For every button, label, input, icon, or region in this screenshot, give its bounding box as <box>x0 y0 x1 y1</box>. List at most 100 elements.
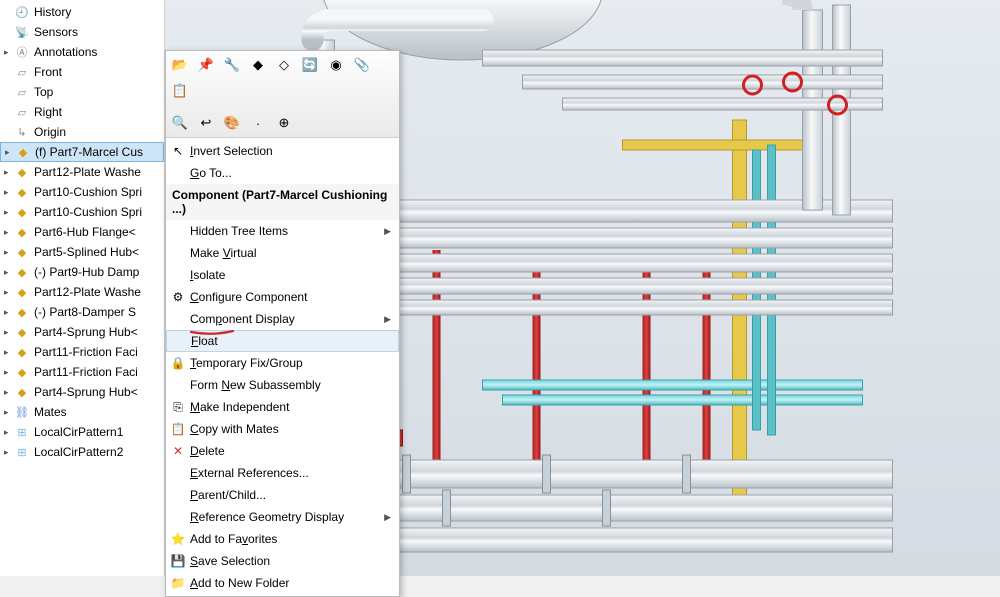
expander-icon[interactable]: ▸ <box>4 407 14 418</box>
ctx-tool-1-4[interactable]: ⊕ <box>274 113 294 133</box>
menu-item-label: Temporary Fix/Group <box>190 356 303 370</box>
ctx-tool-0-0[interactable]: 📂 <box>170 55 190 75</box>
menu-item-label: Add to New Folder <box>190 576 289 590</box>
tree-item-7[interactable]: ▸◆(f) Part7-Marcel Cus <box>0 142 164 162</box>
expander-icon[interactable]: ▸ <box>4 387 14 398</box>
add-icon: ⭐ <box>170 531 186 547</box>
blank-icon <box>170 165 186 181</box>
menu-parent-child[interactable]: Parent/Child... <box>166 484 399 506</box>
menu-configure-component[interactable]: ⚙Configure Component <box>166 286 399 308</box>
menu-add-to-new-folder[interactable]: 📁Add to New Folder <box>166 572 399 594</box>
temporary-icon: 🔒 <box>170 355 186 371</box>
menu-reference-geometry-display[interactable]: Reference Geometry Display▶ <box>166 506 399 528</box>
part-icon: ◆ <box>14 164 30 180</box>
menu-make-virtual[interactable]: Make Virtual <box>166 242 399 264</box>
menu-delete[interactable]: ✕Delete <box>166 440 399 462</box>
expander-icon[interactable]: ▸ <box>4 447 14 458</box>
tree-item-label: Front <box>34 65 62 79</box>
tree-item-2[interactable]: ▸ⒶAnnotations <box>0 42 164 62</box>
ctx-tool-1-0[interactable]: 🔍 <box>170 113 190 133</box>
tree-item-6[interactable]: ↳Origin <box>0 122 164 142</box>
blank-icon <box>171 333 187 349</box>
tree-item-18[interactable]: ▸◆Part11-Friction Faci <box>0 362 164 382</box>
expander-icon[interactable]: ▸ <box>4 427 14 438</box>
origin-icon: ↳ <box>14 124 30 140</box>
blank-icon <box>170 377 186 393</box>
expander-icon[interactable]: ▸ <box>5 147 15 158</box>
expander-icon[interactable]: ▸ <box>4 367 14 378</box>
ctx-tool-0-1[interactable]: 📌 <box>196 55 216 75</box>
expander-icon[interactable]: ▸ <box>4 47 14 58</box>
blank-icon <box>170 465 186 481</box>
part-icon: ◆ <box>14 304 30 320</box>
tree-item-5[interactable]: ▱Right <box>0 102 164 122</box>
tree-item-21[interactable]: ▸⊞LocalCirPattern1 <box>0 422 164 442</box>
tree-item-8[interactable]: ▸◆Part12-Plate Washe <box>0 162 164 182</box>
menu-save-selection[interactable]: 💾Save Selection <box>166 550 399 572</box>
menu-form-new-subassembly[interactable]: Form New Subassembly <box>166 374 399 396</box>
tree-item-13[interactable]: ▸◆(-) Part9-Hub Damp <box>0 262 164 282</box>
tree-item-20[interactable]: ▸⛓Mates <box>0 402 164 422</box>
menu-go-to[interactable]: Go To... <box>166 162 399 184</box>
plane-icon: ▱ <box>14 64 30 80</box>
expander-icon[interactable]: ▸ <box>4 267 14 278</box>
tree-item-4[interactable]: ▱Top <box>0 82 164 102</box>
expander-icon[interactable]: ▸ <box>4 187 14 198</box>
expander-icon[interactable]: ▸ <box>4 307 14 318</box>
expander-icon[interactable]: ▸ <box>4 347 14 358</box>
feature-tree-panel[interactable]: 🕘History📡Sensors▸ⒶAnnotations ▱ Front ▱Top▱… <box>0 0 165 576</box>
menu-float[interactable]: Float <box>166 330 399 352</box>
menu-isolate[interactable]: Isolate <box>166 264 399 286</box>
tree-item-17[interactable]: ▸◆Part11-Friction Faci <box>0 342 164 362</box>
tree-item-12[interactable]: ▸◆Part5-Splined Hub< <box>0 242 164 262</box>
menu-copy-with-mates[interactable]: 📋Copy with Mates <box>166 418 399 440</box>
expander-icon[interactable]: ▸ <box>4 207 14 218</box>
copy-icon: 📋 <box>170 421 186 437</box>
menu-external-references[interactable]: External References... <box>166 462 399 484</box>
ctx-tool-1-1[interactable]: ↩ <box>196 113 216 133</box>
expander-icon[interactable]: ▸ <box>4 167 14 178</box>
ctx-tool-0-6[interactable]: ◉ <box>326 55 346 75</box>
tree-item-9[interactable]: ▸◆ Part10-Cushion Spri <box>0 182 164 202</box>
tree-item-3[interactable]: ▱ Front <box>0 62 164 82</box>
menu-temporary-fix-group[interactable]: 🔒 Temporary Fix/Group <box>166 352 399 374</box>
ctx-tool-0-4[interactable]: ◇ <box>274 55 294 75</box>
menu-component-display[interactable]: Component Display▶ <box>166 308 399 330</box>
ctx-tool-0-2[interactable]: 🔧 <box>222 55 242 75</box>
expander-icon[interactable]: ▸ <box>4 327 14 338</box>
tree-item-16[interactable]: ▸◆Part4-Sprung Hub< <box>0 322 164 342</box>
ctx-tool-0-5[interactable]: 🔄 <box>300 55 320 75</box>
menu-item-label: External References... <box>190 466 309 480</box>
tree-item-14[interactable]: ▸◆Part12-Plate Washe <box>0 282 164 302</box>
part-icon: ◆ <box>14 184 30 200</box>
tree-item-10[interactable]: ▸◆Part10-Cushion Spri <box>0 202 164 222</box>
tree-item-15[interactable]: ▸◆ (-) Part8-Damper S <box>0 302 164 322</box>
tree-item-11[interactable]: ▸◆Part6-Hub Flange< <box>0 222 164 242</box>
blank-icon <box>170 267 186 283</box>
menu-item-label: Parent/Child... <box>190 488 266 502</box>
ctx-tool-1-3[interactable]: · <box>248 113 268 133</box>
tree-item-0[interactable]: 🕘History <box>0 2 164 22</box>
tree-item-label: Part10-Cushion Spri <box>34 185 142 199</box>
menu-item-label: Component Display <box>190 312 295 326</box>
menu-invert-selection[interactable]: ↖Invert Selection <box>166 140 399 162</box>
expander-icon[interactable]: ▸ <box>4 227 14 238</box>
part-icon: ◆ <box>14 284 30 300</box>
menu-hidden-tree-items[interactable]: Hidden Tree Items▶ <box>166 220 399 242</box>
ctx-tool-1-2[interactable]: 🎨 <box>222 113 242 133</box>
menu-make-independent[interactable]: ⎘Make Independent <box>166 396 399 418</box>
tree-item-1[interactable]: 📡Sensors <box>0 22 164 42</box>
menu-item-label: Float <box>191 334 218 348</box>
tree-item-label: Part5-Splined Hub< <box>34 245 139 259</box>
tree-item-22[interactable]: ▸⊞LocalCirPattern2 <box>0 442 164 462</box>
ctx-tool-0-8[interactable]: 📋 <box>170 81 190 101</box>
expander-icon[interactable]: ▸ <box>4 287 14 298</box>
menu-add-to-favorites[interactable]: ⭐Add to Favorites <box>166 528 399 550</box>
tree-item-label: (-) Part8-Damper S <box>34 305 136 319</box>
ctx-tool-0-3[interactable]: ◆ <box>248 55 268 75</box>
part-icon: ◆ <box>14 264 30 280</box>
invert-icon: ↖ <box>170 143 186 159</box>
tree-item-19[interactable]: ▸◆Part4-Sprung Hub< <box>0 382 164 402</box>
expander-icon[interactable]: ▸ <box>4 247 14 258</box>
ctx-tool-0-7[interactable]: 📎 <box>352 55 372 75</box>
